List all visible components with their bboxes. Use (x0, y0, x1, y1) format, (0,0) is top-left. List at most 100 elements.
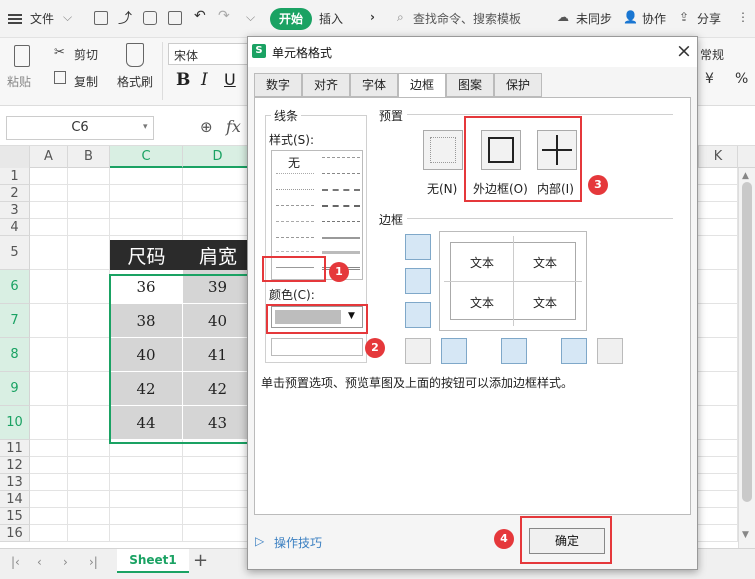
row-header[interactable]: 9 (0, 372, 30, 406)
border-bottom-button[interactable] (405, 302, 431, 328)
underline-button[interactable]: U (224, 70, 236, 89)
tab-font[interactable]: 字体 (350, 73, 398, 97)
grid-cell[interactable] (68, 474, 110, 491)
fx-icon[interactable]: fx (226, 117, 241, 136)
header-cell-shoulder[interactable]: 肩宽 (183, 240, 253, 274)
grid-cell[interactable] (110, 168, 183, 185)
row-header[interactable]: 5 (0, 236, 30, 270)
search-icon[interactable]: ⌕ (397, 10, 404, 25)
more-icon[interactable]: ⋮ (737, 10, 749, 24)
grid-cell[interactable] (183, 525, 253, 542)
scrollbar-thumb[interactable] (742, 182, 752, 502)
cut-button[interactable]: 剪切 (74, 46, 98, 63)
col-header-b[interactable]: B (68, 146, 110, 168)
preview-icon[interactable] (168, 11, 182, 25)
data-cell[interactable]: 43 (183, 406, 253, 440)
grid-cell[interactable] (68, 491, 110, 508)
data-cell[interactable]: 42 (183, 372, 253, 406)
data-cell[interactable]: 38 (110, 304, 183, 338)
grid-cell[interactable] (110, 185, 183, 202)
border-left-button[interactable] (441, 338, 467, 364)
zoom-icon[interactable]: ⊕ (200, 118, 213, 136)
border-middle-v-button[interactable] (501, 338, 527, 364)
grid-cell[interactable] (30, 304, 68, 338)
border-diag-up-button[interactable] (405, 338, 431, 364)
grid-cell[interactable] (68, 338, 110, 372)
file-menu[interactable]: 文件 (30, 10, 54, 27)
grid-cell[interactable] (183, 440, 253, 457)
grid-cell[interactable] (183, 202, 253, 219)
row-header[interactable]: 10 (0, 406, 30, 440)
data-cell[interactable]: 40 (110, 338, 183, 372)
grid-cell[interactable] (183, 219, 253, 236)
grid-cell[interactable] (30, 236, 68, 270)
grid-cell[interactable] (183, 168, 253, 185)
copy-button[interactable]: 复制 (74, 73, 98, 90)
grid-cell[interactable] (110, 202, 183, 219)
line-style-option[interactable] (322, 251, 360, 254)
format-painter-button[interactable]: 格式刷 (117, 73, 153, 90)
grid-cell[interactable] (68, 202, 110, 219)
name-box[interactable]: C6 (6, 116, 154, 140)
grid-cell[interactable] (183, 185, 253, 202)
grid-cell[interactable] (68, 508, 110, 525)
row-header[interactable]: 12 (0, 457, 30, 474)
tab-insert[interactable]: 插入 (319, 10, 343, 27)
more-tabs-chevron[interactable]: › (370, 10, 375, 24)
tab-pattern[interactable]: 图案 (446, 73, 494, 97)
scroll-up-icon[interactable]: ▲ (742, 171, 749, 181)
grid-cell[interactable] (68, 270, 110, 304)
row-header[interactable]: 8 (0, 338, 30, 372)
grid-cell[interactable] (110, 474, 183, 491)
chevron-down-icon[interactable]: ⌵ (246, 10, 255, 25)
grid-cell[interactable] (110, 508, 183, 525)
data-cell[interactable]: 42 (110, 372, 183, 406)
first-sheet-icon[interactable]: |‹ (11, 555, 20, 569)
hamburger-icon[interactable] (8, 14, 22, 24)
print-icon[interactable] (143, 11, 157, 25)
share-button[interactable]: 分享 (697, 10, 721, 27)
data-cell[interactable]: 39 (183, 270, 253, 304)
row-header[interactable]: 14 (0, 491, 30, 508)
preset-none-button[interactable] (423, 130, 463, 170)
grid-cell[interactable] (30, 338, 68, 372)
play-icon[interactable]: ▷ (255, 534, 264, 548)
grid-cell[interactable] (68, 185, 110, 202)
row-header[interactable]: 16 (0, 525, 30, 542)
grid-cell[interactable] (30, 185, 68, 202)
line-style-option[interactable] (322, 189, 360, 191)
scroll-down-icon[interactable]: ▼ (742, 530, 749, 540)
sheet-tab-sheet1[interactable]: Sheet1 (117, 549, 189, 573)
grid-cell[interactable] (30, 457, 68, 474)
redo-icon[interactable]: ↷ (218, 8, 230, 24)
grid-cell[interactable] (110, 525, 183, 542)
copy-icon[interactable] (54, 71, 66, 84)
last-sheet-icon[interactable]: ›| (89, 555, 98, 569)
header-cell-size[interactable]: 尺码 (110, 240, 183, 274)
grid-cell[interactable] (68, 525, 110, 542)
tips-link[interactable]: 操作技巧 (274, 534, 322, 551)
line-style-none[interactable]: 无 (288, 154, 300, 171)
line-style-option[interactable] (322, 221, 360, 222)
row-header[interactable]: 4 (0, 219, 30, 236)
select-all-corner[interactable] (0, 146, 30, 168)
close-icon[interactable]: × (676, 40, 692, 62)
grid-cell[interactable] (110, 457, 183, 474)
scissors-icon[interactable]: ✂ (54, 45, 65, 60)
collab-button[interactable]: 协作 (642, 10, 666, 27)
data-cell[interactable]: 36 (110, 270, 183, 304)
save-icon[interactable] (94, 11, 108, 25)
grid-cell[interactable] (183, 457, 253, 474)
vertical-scrollbar[interactable]: ▲ ▼ (738, 168, 755, 548)
line-style-option[interactable] (276, 221, 314, 222)
row-header[interactable]: 11 (0, 440, 30, 457)
chevron-down-icon[interactable]: ⌵ (63, 10, 72, 25)
grid-cell[interactable] (68, 219, 110, 236)
grid-cell[interactable] (110, 491, 183, 508)
row-header[interactable]: 7 (0, 304, 30, 338)
data-cell[interactable]: 40 (183, 304, 253, 338)
grid-cell[interactable] (30, 270, 68, 304)
grid-cell[interactable] (30, 219, 68, 236)
grid-cell[interactable] (30, 406, 68, 440)
grid-cell[interactable] (68, 406, 110, 440)
